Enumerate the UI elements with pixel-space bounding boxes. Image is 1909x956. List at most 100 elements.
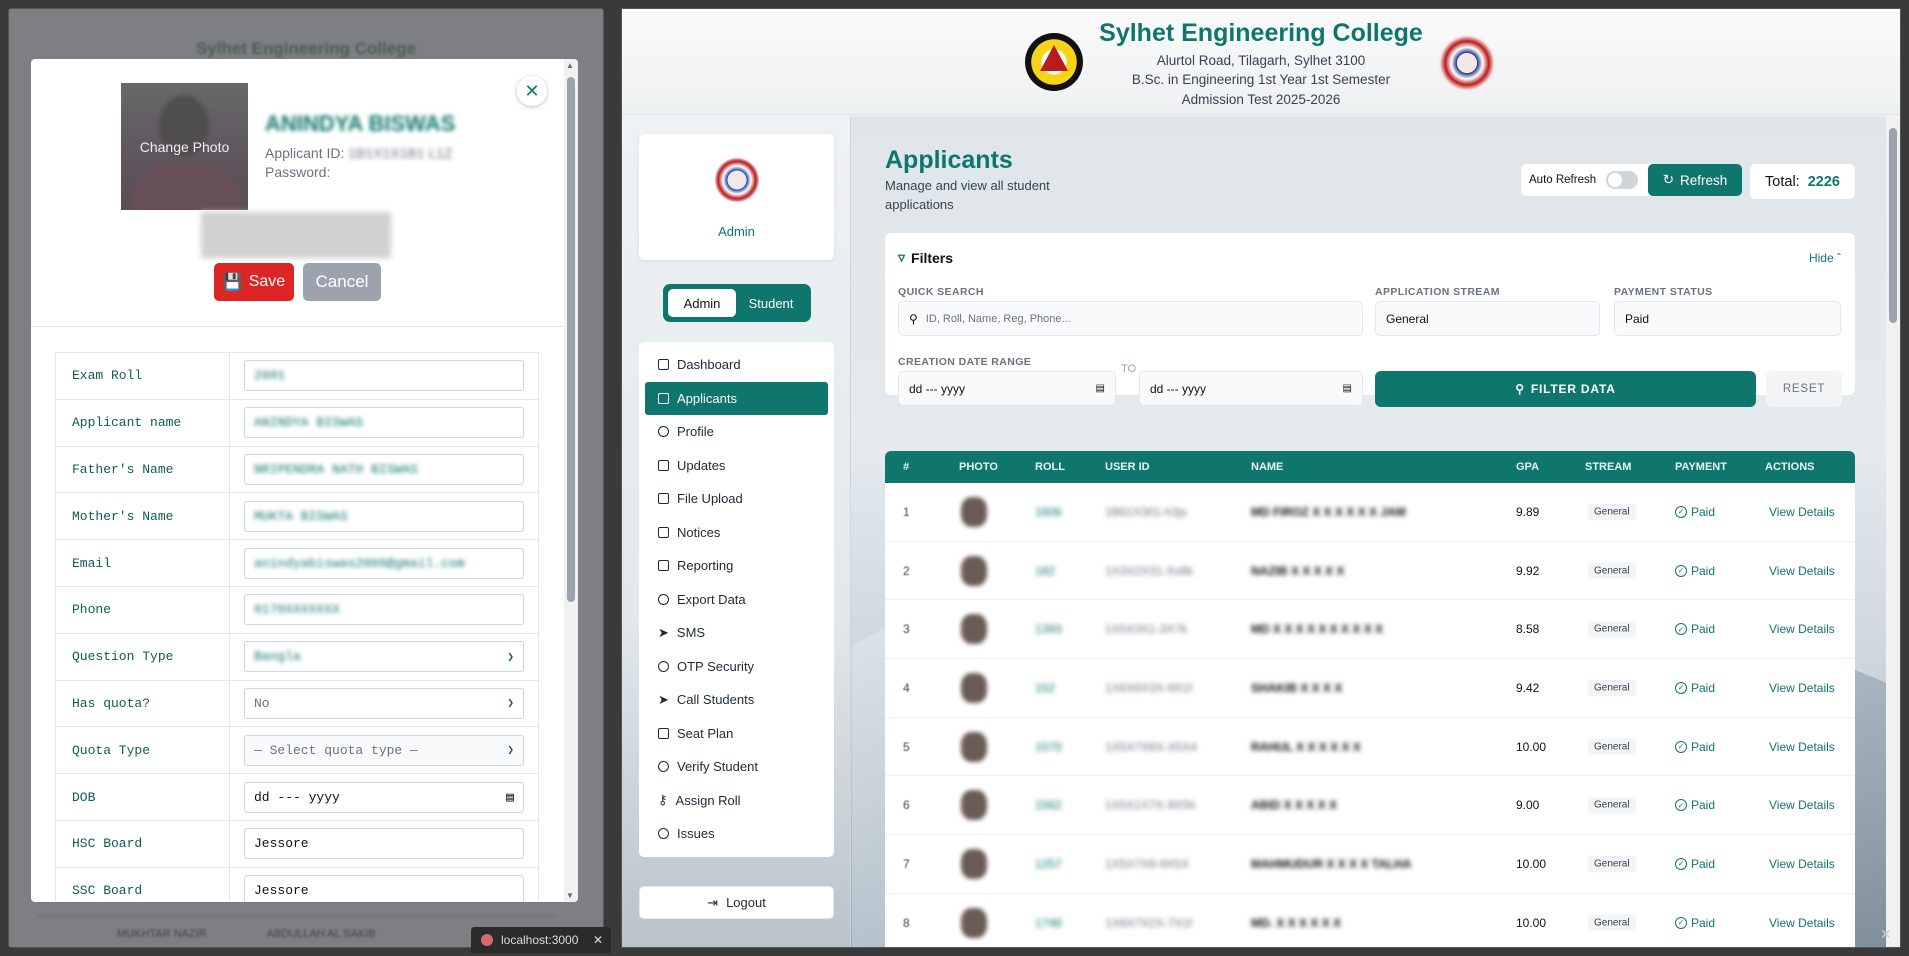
database-icon — [658, 593, 669, 605]
refresh-button[interactable]: ↻ Refresh — [1648, 164, 1742, 196]
college-header: Sylhet Engineering College Alurtol Road,… — [622, 9, 1900, 115]
question-type-select[interactable]: Bangla ❯ — [244, 641, 524, 673]
reset-button[interactable]: RESET — [1766, 371, 1842, 407]
check-circle-icon: ✓ — [1675, 799, 1687, 812]
phone-input[interactable]: 0170XXXXXXX — [244, 594, 524, 626]
college-address: Alurtol Road, Tilagarh, Sylhet 3100 — [1156, 53, 1366, 68]
field-label: HSC Board — [56, 820, 230, 867]
exam-roll-input[interactable]: 2001 — [244, 360, 524, 392]
sidebar-item-export-data[interactable]: Export Data — [645, 583, 828, 617]
admin-name: Admin — [718, 224, 755, 239]
sidebar-item-sms[interactable]: ➤ SMS — [645, 616, 828, 650]
quick-search-input[interactable]: ⚲ ID, Roll, Name, Reg, Phone... — [898, 301, 1363, 336]
auto-refresh-switch[interactable] — [1606, 171, 1639, 189]
column-header: NAME — [1251, 461, 1284, 473]
scroll-up-icon[interactable]: ▲ — [566, 61, 574, 70]
page-subtitle: Manage and view all student applications — [885, 178, 1050, 212]
calendar-icon[interactable]: ▤ — [506, 790, 514, 805]
applicant-name-input[interactable]: ANINDYA BISWAS — [244, 407, 524, 439]
user-id-cell: 1X6X6X3X-9X1f — [1105, 680, 1193, 695]
payment-status-select[interactable]: Paid — [1614, 301, 1841, 336]
cancel-button[interactable]: Cancel — [303, 263, 381, 301]
date-to-input[interactable]: dd --- yyyy ▤ — [1139, 371, 1363, 406]
document-icon — [658, 526, 669, 538]
date-from-input[interactable]: dd --- yyyy ▤ — [898, 371, 1116, 406]
sidebar-item-updates[interactable]: Updates — [645, 449, 828, 483]
view-details-link[interactable]: View Details — [1769, 916, 1835, 930]
gpa-cell: 9.92 — [1516, 563, 1540, 578]
applicant-photo[interactable]: Change Photo — [121, 83, 248, 210]
background-title: Sylhet Engineering College — [195, 39, 417, 58]
sidebar-item-applicants[interactable]: Applicants — [645, 381, 828, 415]
toggle-student[interactable]: Student — [736, 289, 806, 317]
change-photo-overlay[interactable]: Change Photo — [121, 83, 248, 210]
gpa-cell: 9.00 — [1516, 798, 1540, 813]
quota-type-select[interactable]: — Select quota type — ❯ — [244, 734, 524, 766]
calendar-icon[interactable]: ▤ — [1096, 383, 1105, 394]
save-button[interactable]: 💾 Save — [214, 263, 294, 301]
applicant-thumbnail — [961, 496, 987, 527]
document-icon — [658, 459, 669, 471]
sidebar-item-assign-roll[interactable]: ⚷ Assign Roll — [645, 784, 828, 818]
calendar-icon[interactable]: ▤ — [1343, 383, 1352, 394]
mother-name-input[interactable]: MUKTA BISWAS — [244, 500, 524, 532]
filter-data-button[interactable]: ⚲ FILTER DATA — [1375, 371, 1756, 407]
browser-tab[interactable]: localhost:3000 ✕ — [471, 927, 611, 953]
close-icon[interactable]: ✕ — [1880, 926, 1892, 943]
sidebar-item-notices[interactable]: Notices — [645, 516, 828, 550]
sidebar-item-profile[interactable]: Profile — [645, 415, 828, 449]
applicant-form: Exam Roll 2001 Applicant name ANINDYA BI… — [55, 352, 539, 902]
view-details-link[interactable]: View Details — [1769, 622, 1835, 636]
sidebar-item-otp-security[interactable]: OTP Security — [645, 650, 828, 684]
sidebar-item-issues[interactable]: Issues — [645, 817, 828, 851]
sidebar-item-dashboard[interactable]: Dashboard — [645, 348, 828, 382]
role-toggle[interactable]: Admin Student — [663, 284, 811, 322]
payment-label: Paid — [1691, 856, 1716, 871]
row-number: 1 — [903, 504, 910, 519]
close-tab-icon[interactable]: ✕ — [593, 933, 603, 947]
sidebar-item-verify-student[interactable]: Verify Student — [645, 750, 828, 784]
form-row-dob: DOB dd --- yyyy ▤ — [56, 774, 538, 821]
sidebar-item-label: Reporting — [677, 558, 734, 574]
sidebar-item-call-students[interactable]: ➤ Call Students — [645, 683, 828, 717]
view-details-link[interactable]: View Details — [1769, 564, 1835, 578]
auto-refresh-toggle[interactable]: Auto Refresh — [1521, 164, 1667, 196]
password-value-blurred — [201, 212, 391, 258]
close-icon[interactable]: ✕ — [517, 76, 547, 106]
hide-filters-button[interactable]: Hide ˆ — [1809, 251, 1841, 265]
applicant-thumbnail — [961, 731, 987, 762]
hsc-board-input[interactable]: Jessore — [244, 828, 524, 860]
name-cell: MD X X X X X X X X X X — [1251, 622, 1384, 637]
main-scrollbar[interactable] — [1886, 116, 1900, 947]
stream-badge: General — [1588, 562, 1636, 580]
sidebar-item-seat-plan[interactable]: Seat Plan — [645, 717, 828, 751]
modal-scrollbar[interactable]: ▲ ▼ — [564, 59, 578, 902]
calculator-icon — [658, 727, 669, 739]
payment-label: Paid — [1691, 563, 1716, 578]
view-details-link[interactable]: View Details — [1769, 798, 1835, 812]
view-details-link[interactable]: View Details — [1769, 857, 1835, 871]
has-quota-select[interactable]: No ❯ — [244, 687, 524, 719]
scrollbar-thumb[interactable] — [1889, 128, 1897, 323]
scroll-down-icon[interactable]: ▼ — [566, 891, 574, 900]
view-details-link[interactable]: View Details — [1769, 505, 1835, 519]
stream-select[interactable]: General — [1375, 301, 1600, 336]
roll-cell: 182 — [1035, 563, 1056, 578]
filters-panel: ▿ Filters Hide ˆ QUICK SEARCH ⚲ ID, Roll… — [885, 233, 1855, 407]
toggle-admin[interactable]: Admin — [668, 289, 736, 317]
field-value: No — [254, 695, 270, 711]
logout-button[interactable]: ⇥ Logout — [639, 886, 834, 919]
table-row: 1 1606 1B61X301-h3js MD FIROZ X X X X X X J… — [885, 483, 1855, 542]
sidebar-item-file-upload[interactable]: File Upload — [645, 482, 828, 516]
email-input[interactable]: anindyabiswas2006@gmail.com — [244, 547, 524, 579]
date-range-label: CREATION DATE RANGE — [898, 356, 1032, 368]
sidebar-item-reporting[interactable]: Reporting — [645, 549, 828, 583]
dob-input[interactable]: dd --- yyyy ▤ — [244, 781, 524, 813]
view-details-link[interactable]: View Details — [1769, 681, 1835, 695]
admin-card: Admin — [639, 134, 834, 260]
father-name-input[interactable]: NRIPENDRA NATH BISWAS — [244, 453, 524, 485]
applicant-id-value: 1B1X1X1B1 L1Z — [348, 145, 453, 161]
ssc-board-input[interactable]: Jessore — [244, 875, 524, 902]
view-details-link[interactable]: View Details — [1769, 740, 1835, 754]
scrollbar-thumb[interactable] — [567, 77, 575, 602]
